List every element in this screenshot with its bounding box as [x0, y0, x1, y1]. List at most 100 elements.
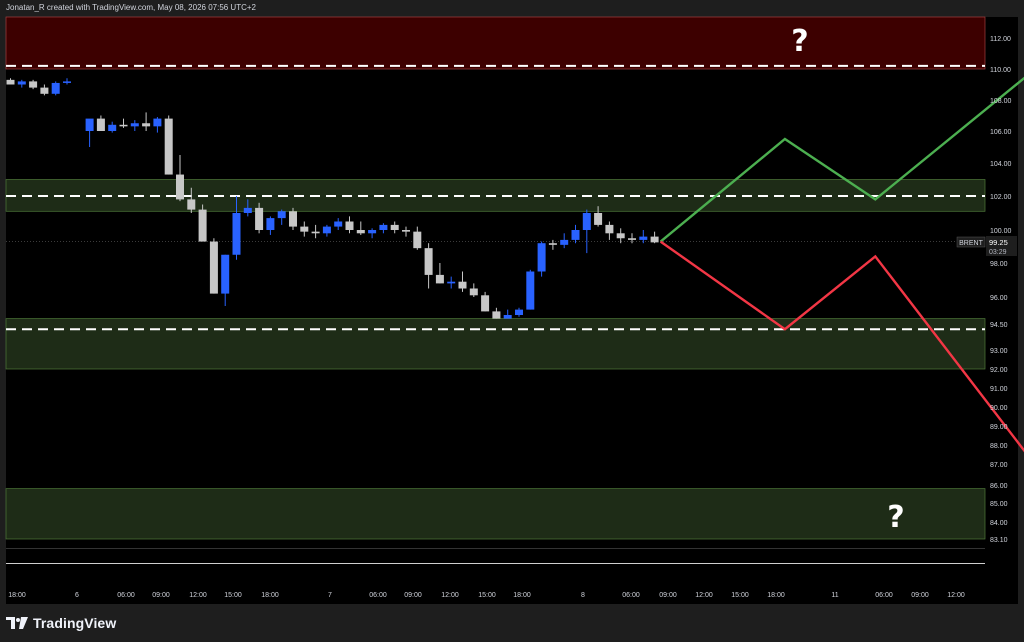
price-axis-label: 110.00	[990, 67, 1011, 74]
time-axis-label: 6	[75, 592, 79, 599]
time-axis-label: 06:00	[875, 592, 893, 599]
countdown-label: 03:29	[989, 249, 1007, 256]
support-zone	[5, 318, 986, 370]
time-axis-label: 15:00	[224, 592, 242, 599]
candle-body	[639, 236, 648, 240]
candle-body	[209, 241, 218, 294]
candle-body	[413, 231, 422, 249]
price-axis-label: 112.00	[990, 36, 1011, 43]
time-axis-label: 18:00	[513, 592, 531, 599]
candle-body	[6, 79, 15, 85]
candle-body	[594, 213, 603, 225]
last-price-label: 99.25	[989, 238, 1008, 247]
price-axis-label: 87.00	[990, 462, 1008, 469]
candle-body	[130, 123, 139, 127]
time-axis-label: 12:00	[947, 592, 965, 599]
candle-body	[435, 274, 444, 284]
candle-body	[582, 213, 591, 230]
candle-body	[605, 224, 614, 234]
candle-body	[266, 218, 275, 230]
price-axis-label: 98.00	[990, 261, 1008, 268]
resistance-zone	[5, 16, 986, 70]
candle-body	[548, 243, 557, 245]
candle-body	[96, 118, 105, 131]
candle-body	[368, 230, 377, 234]
candle-body	[277, 211, 286, 219]
candle-body	[402, 230, 410, 232]
candle-body	[221, 254, 230, 294]
time-axis-label: 06:00	[369, 592, 387, 599]
price-axis-label: 85.00	[990, 501, 1008, 508]
tradingview-brand[interactable]: TradingView	[6, 614, 116, 632]
time-axis-label: 18:00	[8, 592, 26, 599]
time-axis-label: 18:00	[261, 592, 279, 599]
candle-body	[17, 81, 26, 85]
candle-body	[334, 221, 343, 227]
candle-body	[345, 221, 354, 230]
price-axis-label: 88.00	[990, 443, 1008, 450]
time-axis-label: 09:00	[152, 592, 170, 599]
candle-body	[503, 315, 512, 319]
price-axis-label: 86.00	[990, 483, 1008, 490]
price-axis-label: 108.00	[990, 98, 1012, 105]
symbol-label: BRENT	[959, 240, 983, 247]
candle-body	[164, 118, 173, 175]
candle-body	[243, 207, 252, 213]
candle-body	[650, 236, 659, 243]
candle-body	[63, 81, 71, 83]
time-axis-label: 11	[831, 592, 838, 599]
candle-body	[300, 226, 309, 232]
price-chart[interactable]: 112.00 110.00 108.00 106.00 104.00 102.00 100.…	[0, 0, 1024, 642]
tradingview-wordmark: TradingView	[33, 615, 117, 631]
time-axis-label: 18:00	[767, 592, 785, 599]
candle-body	[198, 209, 207, 242]
time-axis-label: 15:00	[478, 592, 496, 599]
candle-body	[526, 271, 535, 310]
candle-body	[390, 224, 399, 230]
candle-body	[51, 82, 60, 94]
candle-body	[29, 81, 38, 88]
candle-body	[232, 213, 241, 255]
tradingview-logo-icon	[6, 617, 28, 629]
price-axis-label: 90.00	[990, 405, 1008, 412]
price-axis-label: 93.00	[990, 348, 1008, 355]
price-axis-label: 106.00	[990, 129, 1012, 136]
time-axis-label: 12:00	[441, 592, 459, 599]
price-axis-label: 102.00	[990, 194, 1012, 201]
candle-body	[537, 243, 546, 272]
candle-body	[311, 231, 320, 234]
time-axis-label: 09:00	[404, 592, 422, 599]
question-mark-bottom: ?	[887, 500, 904, 535]
candle-body	[481, 295, 490, 312]
time-axis-label: 7	[328, 592, 332, 599]
candle-body	[492, 311, 501, 319]
candle-body	[142, 123, 151, 127]
candle-body	[40, 87, 49, 94]
candle-body	[356, 230, 365, 234]
time-axis-label: 8	[581, 592, 585, 599]
time-axis-label: 12:00	[189, 592, 207, 599]
price-axis-label: 104.00	[990, 161, 1012, 168]
candle-body	[571, 230, 580, 240]
price-axis-label: 94.50	[990, 322, 1008, 329]
candle-body	[108, 124, 117, 131]
price-axis-label: 96.00	[990, 295, 1008, 302]
price-axis-label: 84.00	[990, 520, 1008, 527]
candle-body	[616, 233, 625, 239]
candle-body	[424, 248, 433, 275]
support-zone	[5, 488, 986, 540]
time-axis-label: 09:00	[911, 592, 929, 599]
question-mark-top: ?	[791, 24, 808, 59]
candle-body	[85, 118, 94, 131]
candle-body	[628, 238, 636, 240]
candle-body	[458, 281, 467, 289]
candle-body	[153, 118, 162, 127]
candle-body	[187, 199, 196, 210]
candle-body	[469, 288, 478, 296]
time-axis-label: 06:00	[117, 592, 135, 599]
price-axis-label: 89.00	[990, 424, 1008, 431]
candle-body	[322, 226, 331, 234]
candle-body	[515, 309, 523, 315]
price-axis-label: 100.00	[990, 228, 1012, 235]
time-axis-label: 12:00	[695, 592, 713, 599]
